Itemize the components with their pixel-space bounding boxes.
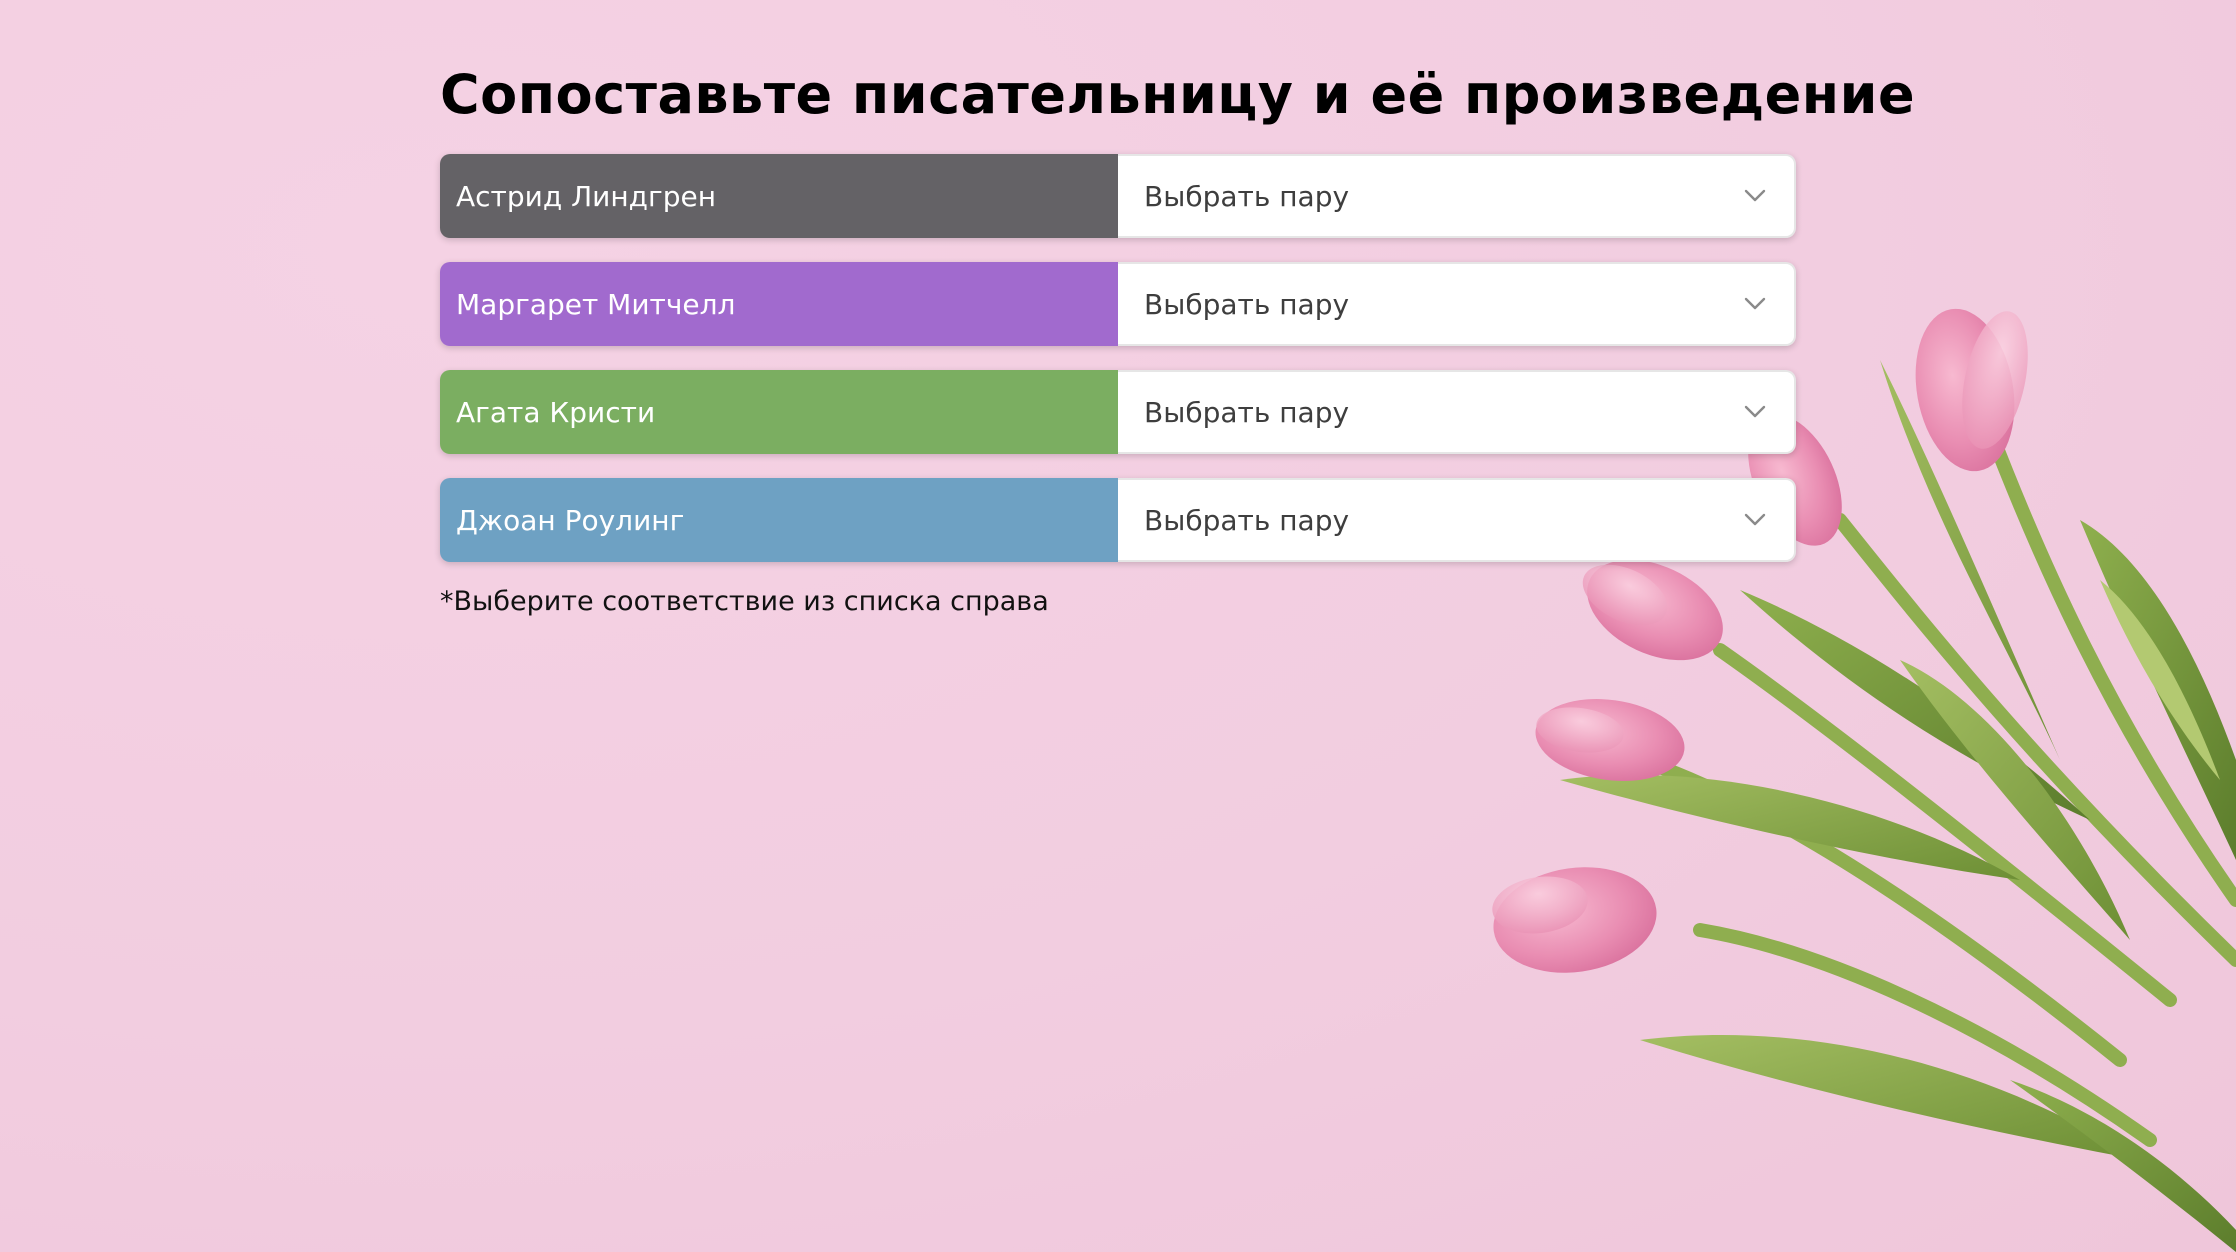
chevron-down-icon [1742, 399, 1768, 425]
dropdown-value: Выбрать пару [1144, 395, 1350, 429]
pairs-list: Астрид Линдгрен Выбрать пару Маргарет Ми… [440, 154, 1796, 562]
pair-dropdown[interactable]: Выбрать пару [1118, 154, 1796, 238]
author-label: Агата Кристи [440, 370, 1118, 454]
pair-row: Агата Кристи Выбрать пару [440, 370, 1796, 454]
chevron-down-icon [1742, 291, 1768, 317]
author-label: Маргарет Митчелл [440, 262, 1118, 346]
pair-dropdown[interactable]: Выбрать пару [1118, 370, 1796, 454]
page-title: Сопоставьте писательницу и её произведен… [440, 63, 1916, 126]
pair-dropdown[interactable]: Выбрать пару [1118, 262, 1796, 346]
dropdown-value: Выбрать пару [1144, 503, 1350, 537]
instruction-hint: *Выберите соответствие из списка справа [440, 586, 1049, 617]
pair-row: Маргарет Митчелл Выбрать пару [440, 262, 1796, 346]
dropdown-value: Выбрать пару [1144, 287, 1350, 321]
pair-dropdown[interactable]: Выбрать пару [1118, 478, 1796, 562]
pair-row: Джоан Роулинг Выбрать пару [440, 478, 1796, 562]
chevron-down-icon [1742, 183, 1768, 209]
chevron-down-icon [1742, 507, 1768, 533]
matching-exercise: Сопоставьте писательницу и её произведен… [440, 58, 1916, 617]
dropdown-value: Выбрать пару [1144, 179, 1350, 213]
author-label: Астрид Линдгрен [440, 154, 1118, 238]
author-label: Джоан Роулинг [440, 478, 1118, 562]
pair-row: Астрид Линдгрен Выбрать пару [440, 154, 1796, 238]
